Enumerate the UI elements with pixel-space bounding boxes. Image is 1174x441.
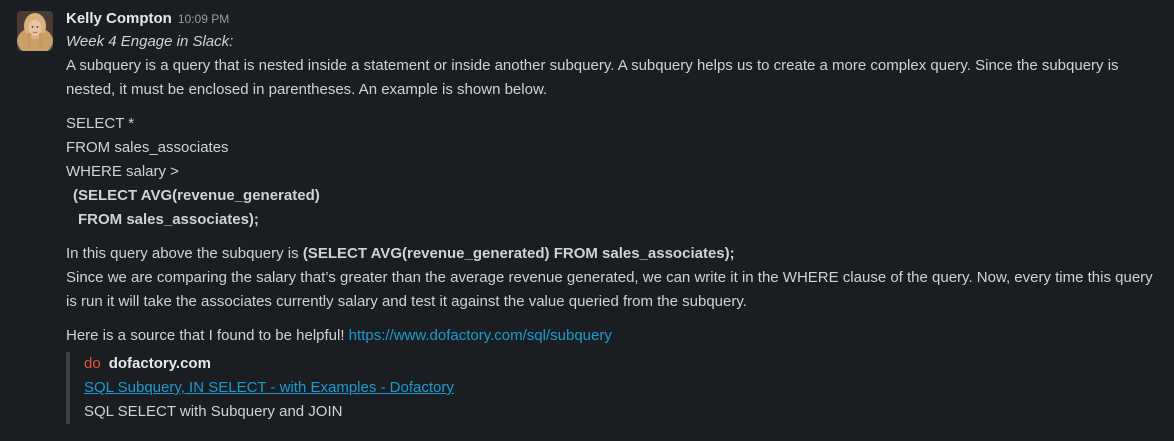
- message-content: Kelly Compton 10:09 PM Week 4 Engage in S…: [66, 8, 1166, 424]
- dofactory-logo-icon: do: [84, 355, 101, 372]
- explanation-subquery: (SELECT AVG(revenue_generated) FROM sale…: [302, 245, 735, 262]
- preview-description: SQL SELECT with Subquery and JOIN: [84, 403, 343, 420]
- paragraph-explanation: Since we are comparing the salary that’s…: [66, 269, 1153, 310]
- paragraph-definition: A subquery is a query that is nested ins…: [66, 57, 1119, 98]
- author-name[interactable]: Kelly Compton: [66, 10, 172, 27]
- code-line: (SELECT AVG(revenue_generated): [73, 187, 320, 204]
- avatar-image: [17, 11, 53, 51]
- code-line: WHERE salary >: [66, 163, 179, 180]
- code-line: FROM sales_associates: [66, 139, 229, 156]
- explanation-prefix: In this query above the subquery is: [66, 245, 303, 262]
- explanation-line: In this query above the subquery is (SEL…: [66, 242, 1166, 266]
- link-preview: do dofactory.com SQL Subquery, IN SELECT …: [66, 352, 1166, 424]
- message-header: Kelly Compton 10:09 PM: [66, 8, 1166, 30]
- avatar[interactable]: [17, 11, 53, 51]
- preview-site: do dofactory.com: [84, 352, 1166, 376]
- code-block: SELECT * FROM sales_associates WHERE sal…: [66, 112, 1166, 232]
- code-line: FROM sales_associates);: [78, 211, 259, 228]
- message: Kelly Compton 10:09 PM Week 4 Engage in S…: [0, 0, 1174, 441]
- intro-title: Week 4 Engage in Slack:: [66, 33, 234, 50]
- source-line: Here is a source that I found to be help…: [66, 324, 1166, 348]
- source-link[interactable]: https://www.dofactory.com/sql/subquery: [349, 327, 612, 344]
- code-line: SELECT *: [66, 115, 135, 132]
- message-timestamp[interactable]: 10:09 PM: [178, 12, 229, 26]
- preview-site-name: dofactory.com: [108, 355, 211, 372]
- source-prefix: Here is a source that I found to be help…: [66, 327, 349, 344]
- preview-title-link[interactable]: SQL Subquery, IN SELECT - with Examples …: [84, 376, 454, 400]
